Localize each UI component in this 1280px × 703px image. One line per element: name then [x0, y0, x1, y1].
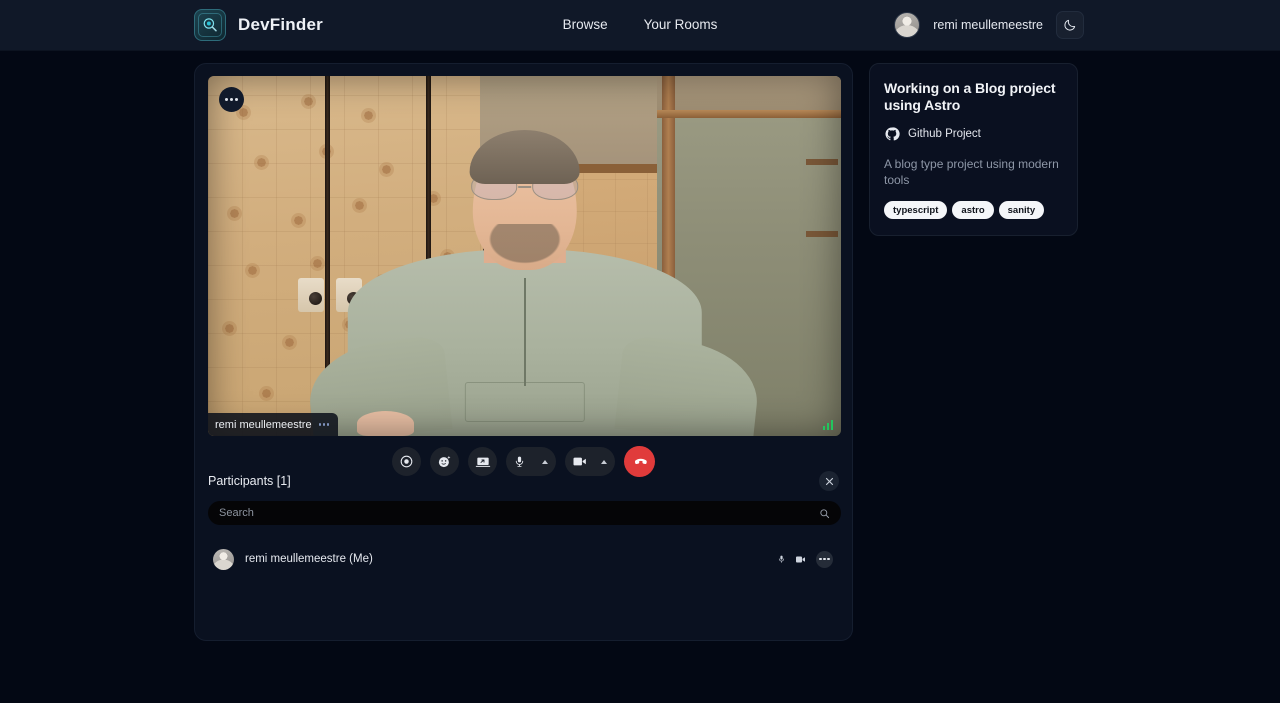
devfinder-magnifier-logo-icon: [194, 9, 226, 41]
search-input[interactable]: [219, 507, 819, 519]
close-icon: [825, 477, 833, 485]
project-repo-label: Github Project: [908, 128, 981, 141]
brand[interactable]: DevFinder: [194, 9, 323, 41]
video-tile[interactable]: remi meullemeestre: [208, 76, 841, 436]
project-repo-link[interactable]: Github Project: [884, 126, 1063, 142]
screen-share-icon: [475, 457, 490, 467]
participant-camera-icon[interactable]: [795, 555, 807, 564]
moon-icon: [1064, 19, 1076, 31]
video-name-tag-label: remi meullemeestre: [215, 418, 312, 431]
user-name: remi meullemeestre: [933, 18, 1043, 32]
github-icon: [885, 127, 900, 141]
project-tags: typescript astro sanity: [884, 201, 1063, 220]
project-title: Working on a Blog project using Astro: [884, 80, 1056, 113]
microphone-icon: [515, 456, 524, 467]
participant-name: remi meullemeestre (Me): [245, 553, 373, 565]
search-icon[interactable]: [819, 508, 830, 519]
video-stream: [208, 76, 841, 436]
project-tag[interactable]: astro: [952, 201, 994, 220]
emoji-sparkle-icon: [438, 455, 451, 468]
participants-header: Participants [1]: [208, 471, 839, 491]
nav-your-rooms[interactable]: Your Rooms: [644, 16, 718, 34]
user-avatar[interactable]: [894, 12, 921, 38]
video-name-tag-ellipsis-icon[interactable]: [318, 423, 330, 426]
participant-actions: [777, 550, 833, 568]
video-ellipsis-icon[interactable]: [219, 87, 244, 112]
video-name-tag: remi meullemeestre: [208, 413, 339, 436]
app-header: DevFinder Browse Your Rooms remi meullem…: [0, 0, 1280, 51]
project-card: Working on a Blog project using Astro Gi…: [869, 63, 1078, 237]
project-tag[interactable]: sanity: [998, 201, 1045, 220]
main-nav: Browse Your Rooms: [563, 16, 718, 34]
brand-name: DevFinder: [238, 15, 323, 34]
page-stage: remi meullemeestre Participants [1] Sear…: [0, 51, 1280, 703]
participant-microphone-icon[interactable]: [777, 553, 786, 565]
participants-search[interactable]: [208, 501, 841, 525]
video-camera-icon: [573, 457, 586, 466]
theme-toggle-button[interactable]: [1056, 11, 1084, 39]
user-area: remi meullemeestre: [894, 11, 1084, 39]
participant-video-person: [208, 76, 841, 436]
project-description: A blog type project using modern tools: [884, 157, 1059, 188]
close-participants-button[interactable]: [819, 471, 839, 491]
nav-browse[interactable]: Browse: [563, 16, 608, 34]
participant-avatar: [213, 548, 234, 570]
project-tag[interactable]: typescript: [884, 201, 948, 220]
camera-dropdown-chevron-up-icon[interactable]: [601, 459, 607, 464]
microphone-dropdown-chevron-up-icon[interactable]: [542, 459, 548, 464]
record-circle-icon: [400, 455, 413, 468]
phone-hangup-icon: [634, 458, 647, 465]
room-panel: remi meullemeestre Participants [1] Sear…: [194, 63, 853, 641]
participant-list-item[interactable]: remi meullemeestre (Me): [208, 542, 841, 576]
participant-more-ellipsis-icon[interactable]: [816, 550, 833, 568]
signal-strength-icon: [822, 420, 833, 430]
participants-title: Participants [1]: [208, 474, 291, 488]
